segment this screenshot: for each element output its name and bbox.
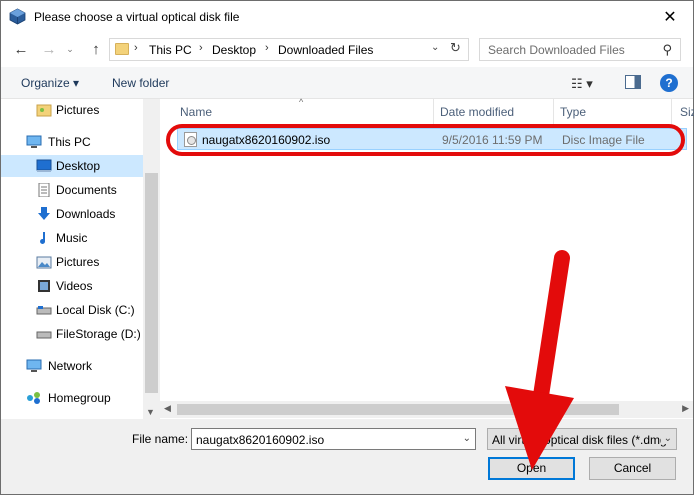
search-icon: ⚲ <box>662 42 672 57</box>
scroll-right-icon[interactable]: ▶ <box>682 403 689 414</box>
back-button[interactable]: ← <box>11 39 31 59</box>
sidebar-item-label: Desktop <box>56 159 101 173</box>
column-header-size[interactable]: Siz <box>672 99 694 124</box>
sidebar-item-label: Videos <box>56 279 93 293</box>
documents-icon <box>38 183 50 197</box>
chevron-down-icon: ⌄ <box>66 43 74 54</box>
folder-icon <box>115 43 129 55</box>
scroll-left-icon[interactable]: ◀ <box>164 403 171 414</box>
cancel-button[interactable]: Cancel <box>589 457 676 480</box>
sidebar-item-this-pc[interactable]: This PC <box>1 131 143 153</box>
pictures-icon <box>36 104 52 117</box>
forward-button[interactable]: → <box>39 39 59 59</box>
music-icon <box>40 232 46 244</box>
breadcrumb-separator: › <box>134 42 138 54</box>
sidebar-item-pictures[interactable]: Pictures <box>1 251 143 273</box>
arrow-up-icon: ↑ <box>92 40 100 58</box>
scroll-down-icon[interactable]: ▼ <box>146 407 155 417</box>
file-type-select[interactable]: All virtual optical disk files (*.dmg ⌄ <box>487 428 677 450</box>
network-icon <box>26 359 42 372</box>
sidebar-item-label: Downloads <box>56 207 116 221</box>
sidebar-item-label: FileStorage (D:) <box>56 327 141 341</box>
sidebar-item-music[interactable]: Music <box>1 227 143 249</box>
sidebar-item-label: Network <box>48 359 93 373</box>
title-bar: Please choose a virtual optical disk fil… <box>1 1 693 32</box>
breadcrumb-separator: › <box>265 42 269 54</box>
sidebar-item-local-disk-c[interactable]: Local Disk (C:) <box>1 299 143 321</box>
chevron-down-icon[interactable]: ⌄ <box>660 433 672 444</box>
sidebar-item-label: Pictures <box>56 255 100 269</box>
new-folder-button[interactable]: New folder <box>112 76 169 90</box>
homegroup-icon <box>27 392 40 404</box>
sidebar-item-label: Local Disk (C:) <box>56 303 135 317</box>
drive-icon <box>36 331 52 339</box>
sidebar-item-label: This PC <box>48 135 91 149</box>
sidebar-item-homegroup[interactable]: Homegroup <box>1 387 143 409</box>
sidebar-item-label: Documents <box>56 183 117 197</box>
computer-icon <box>26 135 42 148</box>
close-icon: ✕ <box>663 8 677 26</box>
address-bar[interactable]: › This PC › Desktop › Downloaded Files <box>109 38 469 61</box>
sidebar-item-downloads[interactable]: Downloads <box>1 203 143 225</box>
search-box[interactable]: Search Downloaded Files ⚲ <box>479 38 681 61</box>
horizontal-scrollbar[interactable]: ◀ ▶ <box>160 401 693 418</box>
sidebar-item-pictures-quick[interactable]: Pictures <box>1 99 143 121</box>
sidebar-scrollbar[interactable]: ▼ <box>143 99 160 419</box>
sidebar-item-desktop[interactable]: Desktop <box>1 155 143 177</box>
column-header-date-modified[interactable]: Date modified <box>434 99 554 124</box>
organize-menu[interactable]: Organize ▾ <box>21 76 79 90</box>
file-list: ^ Name Date modified Type Siz naugatx862… <box>160 97 694 419</box>
downloads-icon <box>38 207 50 220</box>
navigation-pane: Pictures This PC Desktop Documents Downl… <box>1 99 160 419</box>
desktop-icon <box>36 159 52 172</box>
red-highlight-annotation <box>166 124 685 156</box>
open-button[interactable]: Open <box>488 457 575 480</box>
breadcrumb-this-pc[interactable]: This PC <box>149 43 192 57</box>
refresh-icon[interactable]: ↻ <box>450 40 466 56</box>
sidebar-item-videos[interactable]: Videos <box>1 275 143 297</box>
command-bar: Organize ▾ New folder ☷ ▾ ? <box>1 67 693 99</box>
pictures-icon <box>36 256 52 269</box>
drive-icon <box>36 306 52 315</box>
sidebar-item-label: Pictures <box>56 103 100 117</box>
help-icon[interactable]: ? <box>660 74 678 92</box>
file-type-value: All virtual optical disk files (*.dmg <box>492 433 667 447</box>
dialog-title: Please choose a virtual optical disk fil… <box>34 10 240 24</box>
close-button[interactable]: ✕ <box>647 1 693 32</box>
sidebar-item-documents[interactable]: Documents <box>1 179 143 201</box>
sidebar-item-filestorage-d[interactable]: FileStorage (D:) <box>1 323 143 345</box>
search-placeholder: Search Downloaded Files <box>488 43 625 57</box>
arrow-right-icon: → <box>41 40 57 58</box>
file-name-input[interactable]: naugatx8620160902.iso ⌄ <box>191 428 476 450</box>
chevron-down-icon[interactable]: ⌄ <box>463 433 471 444</box>
file-name-value: naugatx8620160902.iso <box>196 433 325 447</box>
scrollbar-thumb[interactable] <box>177 404 619 415</box>
preview-pane-icon[interactable] <box>625 75 641 89</box>
file-open-dialog: Please choose a virtual optical disk fil… <box>0 0 694 495</box>
sidebar-item-label: Music <box>56 231 88 245</box>
file-name-label: File name: <box>132 432 189 446</box>
breadcrumb-downloaded-files[interactable]: Downloaded Files <box>278 43 373 57</box>
change-view-icon[interactable]: ☷ ▾ <box>571 76 593 92</box>
column-header-type[interactable]: Type <box>554 99 672 124</box>
navigation-bar: ← → ⌄ ↑ › This PC › Desktop › Downloaded… <box>1 34 693 64</box>
scrollbar-thumb[interactable] <box>145 173 158 393</box>
videos-icon <box>38 280 50 292</box>
up-button[interactable]: ↑ <box>86 39 106 59</box>
breadcrumb-separator: › <box>199 42 203 54</box>
column-header-name[interactable]: Name <box>160 99 434 124</box>
virtualbox-logo-icon <box>9 8 26 25</box>
arrow-left-icon: ← <box>13 40 29 58</box>
breadcrumb-desktop[interactable]: Desktop <box>212 43 256 57</box>
sidebar-item-network[interactable]: Network <box>1 355 143 377</box>
dialog-footer: File name: naugatx8620160902.iso ⌄ All v… <box>1 419 693 494</box>
sidebar-item-label: Homegroup <box>48 391 111 405</box>
address-dropdown-icon[interactable]: ⌄ <box>431 42 445 56</box>
recent-locations-button[interactable]: ⌄ <box>63 39 77 59</box>
